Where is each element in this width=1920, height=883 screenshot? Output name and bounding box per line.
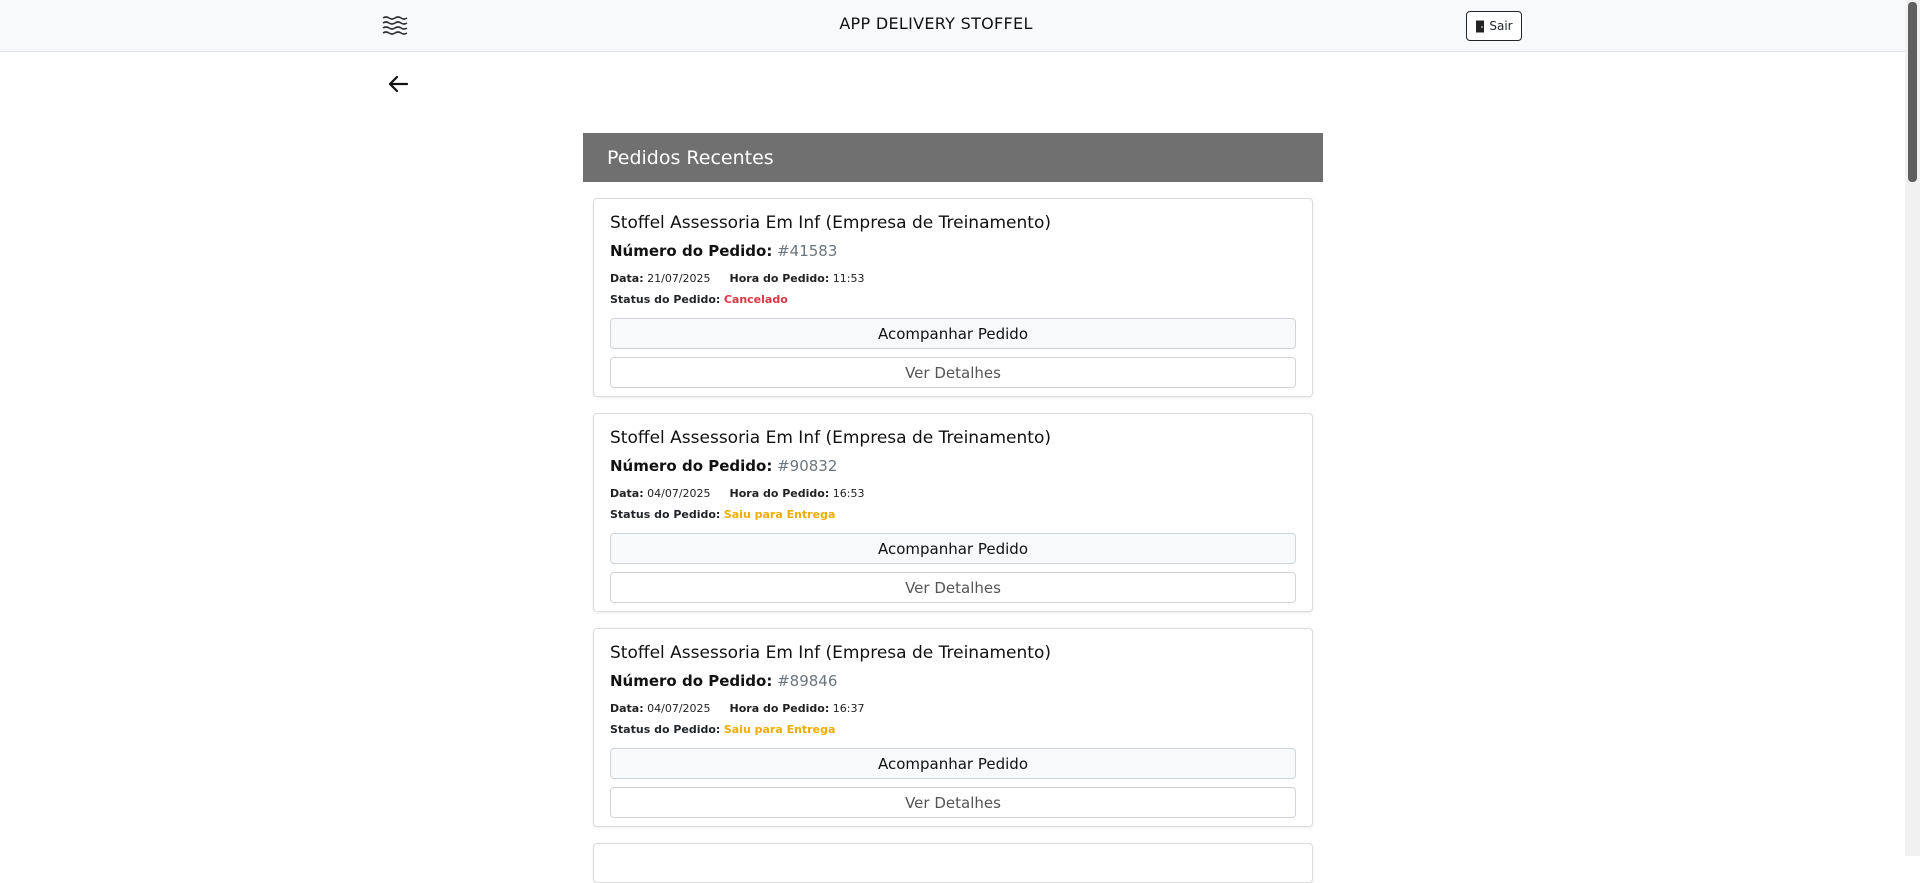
order-card: Stoffel Assessoria Em Inf (Empresa de Tr… (593, 413, 1313, 612)
time-label: Hora do Pedido: (729, 702, 830, 715)
order-status-line: Status do Pedido: Saiu para Entrega (610, 508, 835, 521)
order-status: Saiu para Entrega (723, 723, 836, 736)
door-icon (1476, 20, 1485, 32)
order-number-label: Número do Pedido: (610, 457, 773, 475)
order-number: #89846 (777, 672, 838, 690)
order-number: #41583 (777, 242, 838, 260)
store-name: Stoffel Assessoria Em Inf (Empresa de Tr… (610, 213, 1051, 233)
date-label: Data: (610, 702, 644, 715)
track-order-button[interactable]: Acompanhar Pedido (610, 533, 1296, 564)
scrollbar-thumb[interactable] (1908, 2, 1917, 182)
order-time: 11:53 (832, 272, 865, 285)
time-label: Hora do Pedido: (729, 487, 830, 500)
order-card: Stoffel Assessoria Em Inf (Empresa de Tr… (593, 198, 1313, 397)
order-date: 04/07/2025 (647, 487, 711, 500)
status-label: Status do Pedido: (610, 508, 721, 521)
order-status: Cancelado (723, 293, 788, 306)
arrow-left-icon[interactable] (387, 74, 409, 94)
order-card (593, 843, 1313, 883)
order-number-line: Número do Pedido: #89846 (610, 672, 837, 690)
view-details-button[interactable]: Ver Detalhes (610, 572, 1296, 603)
order-date: 04/07/2025 (647, 702, 711, 715)
order-meta: Data: 04/07/2025 Hora do Pedido: 16:53 (610, 487, 864, 500)
order-time: 16:53 (832, 487, 865, 500)
recent-orders-section: Pedidos Recentes Stoffel Assessoria Em I… (583, 133, 1323, 883)
track-order-button[interactable]: Acompanhar Pedido (610, 748, 1296, 779)
status-label: Status do Pedido: (610, 293, 721, 306)
order-time: 16:37 (832, 702, 865, 715)
status-label: Status do Pedido: (610, 723, 721, 736)
store-name: Stoffel Assessoria Em Inf (Empresa de Tr… (610, 428, 1051, 448)
order-card: Stoffel Assessoria Em Inf (Empresa de Tr… (593, 628, 1313, 827)
store-name: Stoffel Assessoria Em Inf (Empresa de Tr… (610, 643, 1051, 663)
order-meta: Data: 04/07/2025 Hora do Pedido: 16:37 (610, 702, 864, 715)
top-navbar: APP DELIVERY STOFFEL Sair (0, 0, 1905, 52)
view-details-button[interactable]: Ver Detalhes (610, 357, 1296, 388)
vertical-scrollbar[interactable] (1905, 0, 1920, 856)
date-label: Data: (610, 487, 644, 500)
date-label: Data: (610, 272, 644, 285)
order-date: 21/07/2025 (647, 272, 711, 285)
view-details-button[interactable]: Ver Detalhes (610, 787, 1296, 818)
app-title: APP DELIVERY STOFFEL (839, 14, 1033, 33)
track-order-button[interactable]: Acompanhar Pedido (610, 318, 1296, 349)
order-number-label: Número do Pedido: (610, 242, 773, 260)
order-number-line: Número do Pedido: #41583 (610, 242, 837, 260)
order-status-line: Status do Pedido: Saiu para Entrega (610, 723, 835, 736)
order-number: #90832 (777, 457, 838, 475)
section-title: Pedidos Recentes (583, 133, 1323, 182)
order-number-line: Número do Pedido: #90832 (610, 457, 837, 475)
order-meta: Data: 21/07/2025 Hora do Pedido: 11:53 (610, 272, 864, 285)
logout-label: Sair (1489, 19, 1513, 33)
logout-button[interactable]: Sair (1466, 11, 1522, 41)
order-status: Saiu para Entrega (723, 508, 836, 521)
order-status-line: Status do Pedido: Cancelado (610, 293, 788, 306)
time-label: Hora do Pedido: (729, 272, 830, 285)
order-number-label: Número do Pedido: (610, 672, 773, 690)
